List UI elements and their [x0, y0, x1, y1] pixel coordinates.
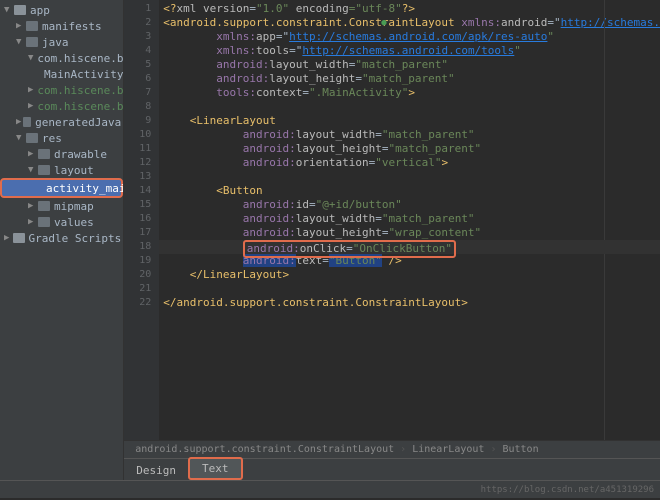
folder-dark-icon	[23, 117, 31, 127]
breadcrumb-item[interactable]: LinearLayout	[409, 444, 487, 455]
tree-item[interactable]: ▼java	[0, 34, 123, 50]
tree-label: com.hiscene.buttonevent	[37, 52, 124, 65]
breadcrumb-item[interactable]: Button	[499, 444, 541, 455]
tree-label: MainActivity	[44, 68, 123, 81]
tree-label: activity_main.xml	[46, 182, 124, 195]
tree-item[interactable]: ▶manifests	[0, 18, 123, 34]
tree-item[interactable]: ▶com.hiscene.buttonevent(test)	[0, 98, 123, 114]
tree-label: com.hiscene.buttonevent	[37, 100, 124, 113]
tab-text[interactable]: Text	[188, 457, 243, 480]
status-bar: https://blog.csdn.net/a451319296	[0, 480, 660, 498]
tab-design[interactable]: Design	[124, 461, 188, 480]
tree-item[interactable]: ▶drawable	[0, 146, 123, 162]
tree-label: com.hiscene.buttonevent	[37, 84, 124, 97]
breadcrumb[interactable]: android.support.constraint.ConstraintLay…	[124, 440, 660, 458]
tree-item[interactable]: ▶mipmap	[0, 198, 123, 214]
breadcrumb-item[interactable]: android.support.constraint.ConstraintLay…	[132, 444, 397, 455]
folder-icon	[13, 233, 24, 243]
tree-label: Gradle Scripts	[29, 232, 122, 245]
tree-label: layout	[54, 164, 94, 177]
tree-label: res	[42, 132, 62, 145]
folder-dark-icon	[38, 149, 50, 159]
project-tree: ▼app▶manifests▼java▼com.hiscene.buttonev…	[0, 0, 124, 480]
folder-dark-icon	[26, 37, 38, 47]
tree-item[interactable]: ▶generatedJava	[0, 114, 123, 130]
tree-label: manifests	[42, 20, 102, 33]
tree-item[interactable]: MainActivity	[0, 66, 123, 82]
folder-dark-icon	[38, 201, 50, 211]
tree-label: app	[30, 4, 50, 17]
tree-item[interactable]: ▼com.hiscene.buttonevent	[0, 50, 123, 66]
tree-item[interactable]: ▼layout	[0, 162, 123, 178]
tree-label: drawable	[54, 148, 107, 161]
tree-item[interactable]: ▶Gradle Scripts	[0, 230, 123, 246]
folder-dark-icon	[38, 217, 50, 227]
status-url: https://blog.csdn.net/a451319296	[481, 485, 654, 495]
folder-icon	[14, 5, 26, 15]
tree-item[interactable]: ▶com.hiscene.buttonevent(androidTest)	[0, 82, 123, 98]
folder-dark-icon	[38, 165, 50, 175]
tree-label: mipmap	[54, 200, 94, 213]
tree-item[interactable]: ▶values	[0, 214, 123, 230]
line-gutter: 12345678910111213141516171819202122	[124, 0, 159, 440]
tree-label: values	[54, 216, 94, 229]
tree-item[interactable]: ▼res	[0, 130, 123, 146]
folder-dark-icon	[26, 21, 38, 31]
tree-label: generatedJava	[35, 116, 121, 129]
code-editor[interactable]: <?xml version="1.0" encoding="utf-8"?> ●…	[159, 0, 660, 440]
tree-item[interactable]: ▼app	[0, 2, 123, 18]
tree-label: java	[42, 36, 69, 49]
tree-item[interactable]: activity_main.xml	[0, 178, 123, 198]
folder-dark-icon	[26, 133, 38, 143]
editor-tabs: Design Text	[124, 458, 660, 480]
